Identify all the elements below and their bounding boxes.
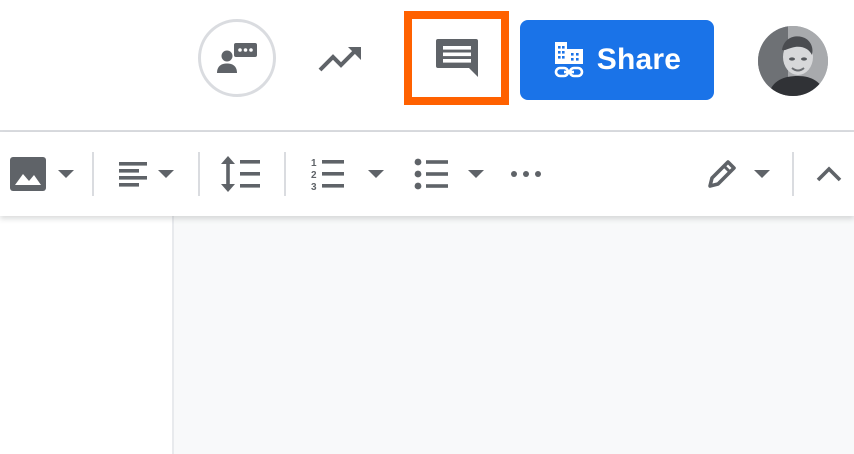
chevron-down-icon xyxy=(58,170,74,178)
insert-image-button[interactable] xyxy=(6,132,78,216)
align-button[interactable] xyxy=(116,132,180,216)
svg-text:3: 3 xyxy=(311,182,317,193)
chevron-up-icon xyxy=(816,166,842,182)
editing-mode-button[interactable] xyxy=(704,132,776,216)
chevron-down-icon xyxy=(158,170,174,178)
toolbar-separator xyxy=(284,152,286,196)
user-avatar xyxy=(758,26,828,96)
bulleted-list-button[interactable] xyxy=(412,132,492,216)
domain-link-icon xyxy=(554,42,584,78)
line-spacing-button[interactable] xyxy=(218,132,264,216)
docs-window: Share 1 2 3 xyxy=(0,0,854,454)
chevron-down-icon xyxy=(368,170,384,178)
more-horizontal-icon xyxy=(511,171,541,177)
chevron-down-icon xyxy=(754,170,770,178)
svg-text:2: 2 xyxy=(311,170,317,181)
document-outline-panel xyxy=(0,216,172,454)
image-icon xyxy=(10,157,46,191)
activity-dashboard-button[interactable] xyxy=(312,37,368,81)
toolbar-separator xyxy=(198,152,200,196)
bulleted-list-icon xyxy=(414,158,448,190)
comment-icon xyxy=(435,39,478,77)
pencil-edit-icon xyxy=(708,160,736,188)
hide-menus-button[interactable] xyxy=(814,132,850,216)
trending-up-icon xyxy=(318,47,361,72)
chevron-down-icon xyxy=(468,170,484,178)
document-canvas[interactable] xyxy=(172,216,854,454)
line-spacing-icon xyxy=(221,156,260,192)
numbered-list-button[interactable]: 1 2 3 xyxy=(308,132,388,216)
align-left-icon xyxy=(119,162,147,187)
present-to-meeting-button[interactable] xyxy=(198,19,276,97)
share-button-label: Share xyxy=(596,43,682,76)
account-avatar[interactable] xyxy=(758,26,828,96)
present-to-meeting-icon xyxy=(217,43,257,73)
numbered-list-icon: 1 2 3 xyxy=(311,158,344,193)
share-button[interactable]: Share xyxy=(520,20,714,100)
top-header: Share xyxy=(0,0,854,130)
more-options-button[interactable] xyxy=(508,132,548,216)
toolbar-separator xyxy=(792,152,794,196)
formatting-toolbar: 1 2 3 xyxy=(0,132,854,216)
comment-history-button[interactable] xyxy=(404,11,509,105)
svg-text:1: 1 xyxy=(311,158,317,169)
toolbar-separator xyxy=(92,152,94,196)
